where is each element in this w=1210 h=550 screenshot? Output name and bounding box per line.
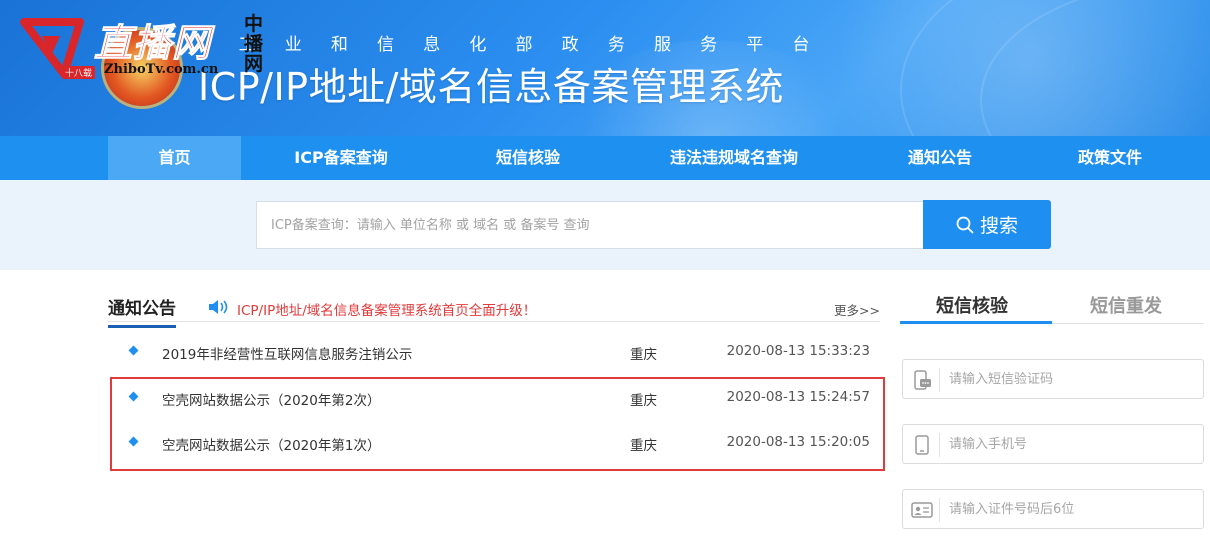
bullet-icon [128, 391, 139, 402]
nav-item-sms-verify[interactable]: 短信核验 [462, 136, 594, 180]
notice-time: 2020-08-13 15:20:05 [726, 434, 870, 450]
subtitle-char: 政 [561, 35, 579, 55]
nav-item-home[interactable]: 首页 [108, 136, 241, 180]
subtitle-char: 务 [607, 35, 625, 55]
more-link[interactable]: 更多>> [834, 300, 880, 319]
site-title: ICP/IP地址/域名信息备案管理系统 [198, 65, 784, 109]
watermark-brand: 直播网 [93, 21, 212, 66]
phone-icon [915, 435, 929, 455]
watermark-side-text: 中播网 [244, 13, 264, 75]
id-number-input[interactable] [949, 490, 1199, 528]
bullet-icon [128, 345, 139, 356]
subtitle-char: 息 [423, 35, 441, 55]
notice-time: 2020-08-13 15:33:23 [726, 343, 870, 359]
search-band: 搜索 [0, 180, 1210, 270]
sms-code-field [902, 359, 1204, 399]
header-banner: 工 业 和 信 息 化 部 政 务 服 务 平 台 ICP/IP地址/域名信息备… [0, 0, 1210, 136]
bullet-icon [128, 436, 139, 447]
phone-field [902, 424, 1204, 464]
subtitle-char: 化 [469, 35, 487, 55]
nav-item-notices[interactable]: 通知公告 [874, 136, 1006, 180]
id-card-icon [911, 502, 933, 518]
sms-icon [914, 370, 931, 390]
subtitle-char: 服 [653, 35, 671, 55]
field-separator [939, 498, 940, 522]
sms-tabs: 短信核验 短信重发 [900, 290, 1204, 324]
id-number-field [902, 489, 1204, 529]
notice-section-title: 通知公告 [108, 294, 176, 328]
search-icon [956, 216, 974, 233]
phone-input[interactable] [949, 425, 1199, 463]
notice-title[interactable]: 空壳网站数据公示（2020年第1次） [162, 434, 380, 454]
announcement-marquee[interactable]: ICP/IP地址/域名信息备案管理系统首页全面升级！ [237, 299, 536, 319]
subtitle-char: 业 [284, 35, 302, 55]
notice-region: 重庆 [630, 393, 657, 409]
icp-search-input[interactable] [256, 201, 924, 249]
notice-row[interactable]: 2019年非经营性互联网信息服务注销公示 重庆 2020-08-13 15:33… [108, 339, 880, 365]
speaker-icon [209, 300, 228, 314]
watermark-tag: 十八载 [62, 66, 96, 79]
nav-item-policy[interactable]: 政策文件 [1044, 136, 1176, 180]
active-tab-underline [900, 321, 1052, 324]
field-separator [939, 433, 940, 457]
search-button-label: 搜索 [979, 215, 1018, 237]
notice-title[interactable]: 2019年非经营性互联网信息服务注销公示 [162, 343, 412, 363]
notice-region: 重庆 [630, 347, 657, 363]
sms-code-input[interactable] [949, 360, 1199, 398]
subtitle-char: 务 [700, 35, 718, 55]
subtitle-char: 信 [377, 35, 395, 55]
banner-subtitle: 工 业 和 信 息 化 部 政 务 服 务 平 台 [224, 30, 824, 56]
nav-item-icp-query[interactable]: ICP备案查询 [260, 136, 422, 180]
notice-row[interactable]: 空壳网站数据公示（2020年第2次） 重庆 2020-08-13 15:24:5… [108, 385, 880, 411]
notice-region: 重庆 [630, 438, 657, 454]
nav-item-illegal-domain[interactable]: 违法违规域名查询 [640, 136, 828, 180]
notice-row[interactable]: 空壳网站数据公示（2020年第1次） 重庆 2020-08-13 15:20:0… [108, 430, 880, 456]
subtitle-char: 平 [746, 35, 764, 55]
notice-time: 2020-08-13 15:24:57 [726, 389, 870, 405]
notice-header: 通知公告 ICP/IP地址/域名信息备案管理系统首页全面升级！ 更多>> [108, 290, 880, 328]
watermark-url: ZhiboTv.com.cn [104, 62, 219, 77]
search-button[interactable]: 搜索 [923, 200, 1051, 249]
tab-sms-resend[interactable]: 短信重发 [1090, 292, 1162, 318]
subtitle-char: 部 [515, 35, 533, 55]
tab-sms-verify[interactable]: 短信核验 [936, 292, 1008, 318]
notice-title[interactable]: 空壳网站数据公示（2020年第2次） [162, 389, 380, 409]
subtitle-char: 台 [792, 35, 810, 55]
field-separator [939, 368, 940, 392]
subtitle-char: 和 [330, 35, 348, 55]
main-nav: 首页 ICP备案查询 短信核验 违法违规域名查询 通知公告 政策文件 [0, 136, 1210, 180]
watermark-logo: 直播网 中播网 ZhiboTv.com.cn 十八载 [10, 6, 265, 86]
